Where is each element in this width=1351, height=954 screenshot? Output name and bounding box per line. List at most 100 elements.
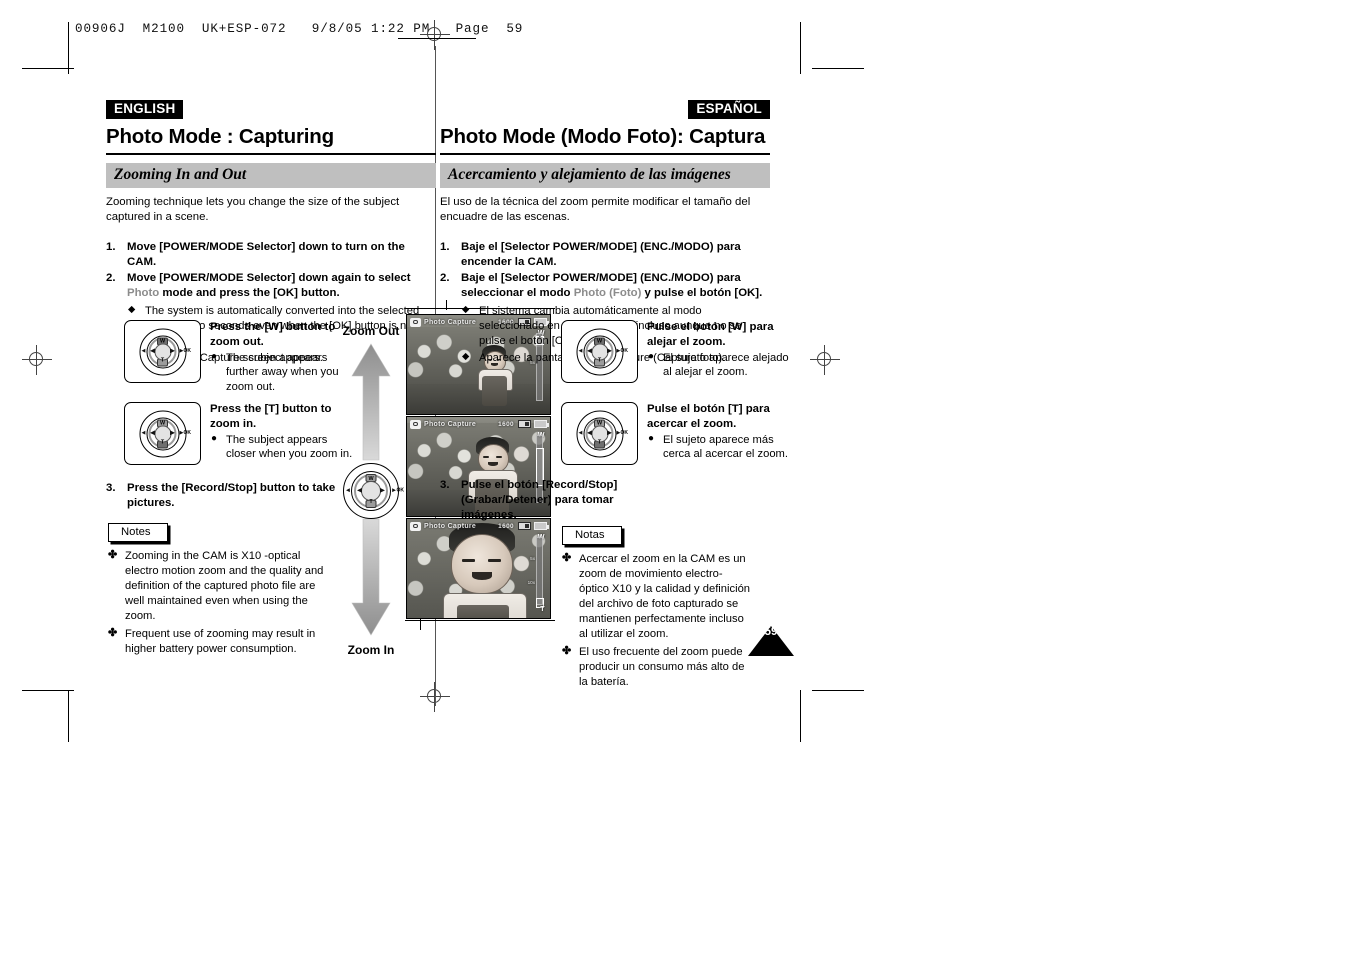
clover-bullet-icon: ✤: [108, 627, 118, 639]
dial-label-t: T: [160, 439, 165, 446]
battery-icon: [534, 522, 549, 530]
dial-illustration-box: W T OK ◀ ▶ ◀ ▶: [561, 320, 638, 383]
dial-caption-bullets: ● El sujeto aparece alejado al alejar el …: [647, 351, 797, 380]
dial-arrow-far-left-icon: ◀: [578, 348, 583, 354]
dial-arrow-right-icon: ▶: [170, 429, 175, 437]
intro-text-spanish: El uso de la técnica del zoom permite mo…: [440, 195, 751, 224]
camera-mode-icon: [410, 419, 421, 429]
zoom-direction-column: Zoom Out W T OK ◀ ▶ ◀ ▶ Zoom In: [330, 324, 412, 658]
zoom-in-arrow-icon: [349, 517, 393, 642]
dial-arrow-left-icon: ◀: [357, 486, 362, 494]
dial-label-ok: OK: [183, 348, 192, 354]
section-heading-spanish: Acercamiento y alejamiento de las imágen…: [440, 162, 770, 188]
zoom-center-dial: W T OK ◀ ▶ ◀ ▶: [343, 463, 404, 520]
notes-list-english: ✤ Zooming in the CAM is X10 -optical elec…: [108, 549, 336, 657]
camera-control-dial-icon: W T OK ◀ ▶ ◀ ▶: [576, 328, 628, 375]
dial-label-t: T: [597, 357, 602, 364]
round-bullet-icon: ●: [648, 351, 655, 363]
bullet-text: El sujeto aparece más cerca al acercar e…: [663, 433, 788, 461]
dial-arrow-far-left-icon: ◀: [578, 430, 583, 436]
dial-label-ok: OK: [183, 430, 192, 436]
crop-mark-bottom-right-v: [800, 690, 801, 742]
step-number: 3.: [440, 479, 450, 491]
memory-card-icon: [518, 522, 531, 530]
zoom-tick-label: 10x: [527, 580, 535, 585]
step-number: 3.: [106, 482, 116, 494]
note-text: Acercar el zoom en la CAM es un zoom de …: [579, 553, 751, 640]
lcd-leader-line-bottom: [405, 620, 555, 621]
title-rule-english: [106, 152, 436, 155]
diamond-bullet-icon: ◆: [462, 350, 470, 362]
step-text: Press the [Record/Stop] button to take p…: [127, 482, 336, 510]
clover-bullet-icon: ✤: [562, 645, 572, 657]
notes-label-english: Notes: [108, 522, 168, 542]
dial-label-ok: OK: [396, 487, 405, 494]
dial-label-ok: OK: [620, 348, 629, 354]
note-item: ✤ Acercar el zoom en la CAM es un zoom de…: [562, 552, 752, 642]
dial-illustration-box: W T OK ◀ ▶ ◀ ▶: [124, 320, 201, 383]
crop-mark-top-left-v: [68, 22, 69, 74]
zoom-in-label: Zoom In: [347, 643, 395, 658]
language-tag-english: ENGLISH: [106, 100, 184, 120]
note-text: El uso frecuente del zoom puede producir…: [579, 646, 745, 688]
diamond-bullet-icon: ◆: [128, 303, 136, 315]
mode-term: Photo (Foto): [573, 287, 642, 300]
header-rule: [398, 38, 476, 39]
dial-illustration-box: W T OK ◀ ▶ ◀ ▶: [561, 402, 638, 465]
section-heading-english: Zooming In and Out: [106, 162, 436, 188]
dial-arrow-far-left-icon: ◀: [141, 430, 146, 436]
step-number: 2.: [440, 272, 450, 285]
zoom-bar-t-label: T: [540, 606, 545, 613]
osd-mode-title: Photo Capture: [424, 420, 477, 428]
bullet-item: ● El sujeto aparece más cerca al acercar …: [647, 433, 797, 462]
step-number: 1.: [106, 241, 116, 254]
camera-mode-icon: [410, 317, 421, 327]
osd-resolution: 1600: [498, 522, 514, 530]
dial-caption-t-spanish: Pulse el botón [T] para acercar el zoom.…: [647, 402, 797, 462]
dial-figure-t-spanish: W T OK ◀ ▶ ◀ ▶ Pulse el botón [T] para a…: [561, 402, 797, 465]
page-canvas: 00906J M2100 UK+ESP-072 9/8/05 1:22 PM P…: [0, 0, 1351, 954]
lcd-leader-line-tick-bottom: [420, 618, 421, 630]
zoom-out-label: Zoom Out: [342, 324, 400, 338]
round-bullet-icon: ●: [648, 433, 655, 445]
notes-block-english: Notes ✤ Zooming in the CAM is X10 -optica…: [108, 522, 336, 660]
dial-label-ok: OK: [620, 430, 629, 436]
bullet-text: The subject appears further away when yo…: [226, 351, 339, 393]
dial-caption-w-spanish: Pulse el botón [W] para alejar el zoom. …: [647, 320, 797, 380]
dial-arrow-far-left-icon: ◀: [346, 487, 350, 494]
step-text: Move [POWER/MODE Selector] down to turn …: [127, 241, 405, 269]
page-number-label: 59: [764, 626, 778, 638]
crop-mark-top-left-h: [22, 68, 74, 69]
lcd-preview-tele: Photo Capture 1600 W T 5x 10x: [406, 518, 551, 619]
round-bullet-icon: ●: [211, 351, 218, 363]
dial-label-t: T: [597, 439, 602, 446]
dial-arrow-far-left-icon: ◀: [141, 348, 146, 354]
dial-figure-w-spanish: W T OK ◀ ▶ ◀ ▶ Pulse el botón [W] para a…: [561, 320, 797, 383]
note-text: Zooming in the CAM is X10 -optical elect…: [125, 550, 324, 622]
crop-mark-bottom-left-h: [22, 690, 74, 691]
dial-arrow-left-icon: ◀: [587, 347, 592, 355]
dial-arrow-far-right-icon: ▶: [616, 430, 621, 436]
language-tag-spanish: ESPAÑOL: [688, 100, 770, 120]
dial-label-t: T: [160, 357, 165, 364]
crop-mark-top-right-h: [812, 68, 864, 69]
osd-resolution: 1600: [498, 420, 514, 428]
registration-mark-left: [22, 345, 52, 375]
osd-mode-title: Photo Capture: [424, 522, 477, 530]
dial-arrow-far-right-icon: ▶: [616, 348, 621, 354]
dial-arrow-right-icon: ▶: [380, 486, 385, 494]
step-text-part-b: y pulse el botón [OK].: [641, 287, 763, 300]
camera-control-dial-icon: W T OK ◀ ▶ ◀ ▶: [343, 463, 404, 520]
dial-caption-heading: Pulse el botón [W] para alejar el zoom.: [647, 321, 774, 348]
step-item: 1. Move [POWER/MODE Selector] down to tu…: [106, 240, 436, 270]
step-text: Pulse el botón [Record/Stop] (Grabar/Det…: [461, 479, 618, 522]
step-text-part-a: Move [POWER/MODE Selector] down again to…: [127, 272, 411, 285]
registration-mark-right: [810, 345, 840, 375]
zoom-level-bar: [535, 537, 545, 608]
camera-control-dial-icon: W T OK ◀ ▶ ◀ ▶: [576, 410, 628, 457]
dial-arrow-right-icon: ▶: [170, 347, 175, 355]
mode-term: Photo: [127, 287, 160, 300]
note-item: ✤ Zooming in the CAM is X10 -optical elec…: [108, 549, 336, 624]
clover-bullet-icon: ✤: [108, 549, 118, 561]
photo-scene-tele: [407, 519, 550, 618]
